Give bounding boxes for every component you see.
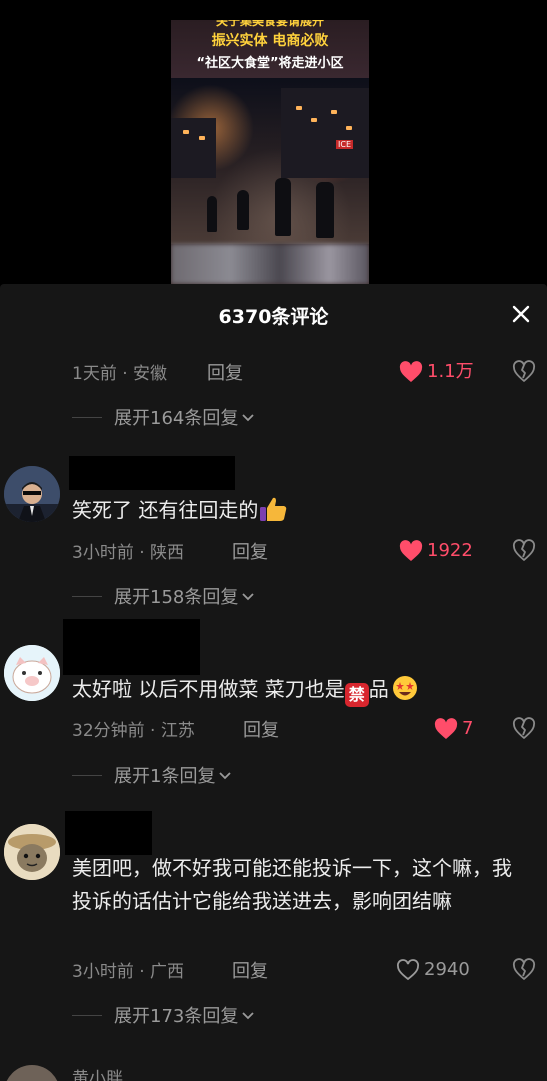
like-count: 1.1万 [427, 361, 474, 382]
reply-button[interactable]: 回复 [207, 359, 243, 385]
comment-time-location: 3小时前 · 陕西 [72, 543, 185, 563]
like-button[interactable]: 7 [434, 716, 473, 742]
comment-meta: 1天前 · 安徽 回复 1.1万 [0, 359, 547, 385]
expand-replies-label: 展开1条回复 [114, 766, 216, 787]
comment-text: 笑死了 还有往回走的 [72, 494, 527, 527]
expand-replies-label: 展开158条回复 [114, 587, 239, 608]
expand-divider [72, 1014, 102, 1016]
expand-divider [72, 774, 102, 776]
broken-heart-icon[interactable] [512, 717, 536, 741]
expand-replies-label: 展开164条回复 [114, 408, 239, 429]
chevron-down-icon [219, 772, 232, 780]
comment-count-title: 6370条评论 [218, 306, 329, 328]
like-count: 2940 [424, 959, 470, 980]
expand-divider [72, 416, 102, 418]
username-redaction [65, 811, 152, 855]
comment-time-location: 32分钟前 · 江苏 [72, 721, 195, 741]
avatar[interactable] [4, 466, 60, 522]
chevron-down-icon [242, 414, 254, 422]
reply-button[interactable]: 回复 [232, 957, 268, 983]
avatar-cartoon-pig-icon [4, 645, 60, 701]
heart-filled-icon [399, 540, 423, 561]
video-street-scene: ICE [171, 78, 369, 244]
avatar-cartoon-character-icon [4, 824, 60, 880]
chevron-down-icon [242, 593, 254, 601]
expand-divider [72, 595, 102, 597]
expand-replies-button[interactable]: 展开173条回复 [72, 1002, 256, 1028]
comment-panel-header: 6370条评论 [0, 284, 547, 344]
username-redaction [63, 619, 200, 675]
like-button[interactable]: 1.1万 [399, 359, 474, 385]
video-thumbnail[interactable]: 关于集美食宴请展开 振兴实体 电商必败 “社区大食堂”将走进小区 ICE [171, 20, 369, 284]
expand-replies-button[interactable]: 展开1条回复 [72, 762, 233, 788]
heart-filled-icon [399, 361, 423, 382]
chevron-down-icon [242, 1012, 254, 1020]
comment-body: 太好啦 以后不用做菜 菜刀也是 [72, 677, 345, 701]
broken-heart-icon[interactable] [512, 539, 536, 563]
like-button[interactable]: 2940 [396, 957, 470, 983]
reply-button[interactable]: 回复 [232, 538, 268, 564]
broken-heart-icon[interactable] [512, 360, 536, 384]
partial-username: 黄小胖 [72, 1069, 123, 1081]
comment-body: 笑死了 还有往回走的 [72, 498, 259, 522]
video-caption-band: 关于集美食宴请展开 振兴实体 电商必败 “社区大食堂”将走进小区 [171, 20, 369, 78]
comment-time-location: 1天前 · 安徽 [72, 364, 168, 384]
expand-replies-button[interactable]: 展开164条回复 [72, 404, 256, 430]
reply-button[interactable]: 回复 [243, 716, 279, 742]
comment-meta: 32分钟前 · 江苏 回复 7 [0, 716, 547, 742]
comment-text: 美团吧，做不好我可能还能投诉一下，这个嘛，我投诉的话估计它能给我送进去，影响团结… [72, 856, 512, 913]
like-count: 1922 [427, 540, 473, 561]
like-button[interactable]: 1922 [399, 538, 473, 564]
broken-heart-icon[interactable] [512, 958, 536, 982]
comment-time-location: 3小时前 · 广西 [72, 962, 185, 982]
close-icon[interactable] [509, 302, 533, 326]
username-redaction [69, 456, 235, 490]
comment-body: 品 [368, 677, 389, 701]
expand-replies-button[interactable]: 展开158条回复 [72, 583, 256, 609]
avatar[interactable] [4, 824, 60, 880]
comment-panel: 6370条评论 1天前 · 安徽 回复 1.1万 展开164条回复 笑死了 还有… [0, 284, 547, 1081]
comment-meta: 3小时前 · 广西 回复 2940 [0, 957, 547, 983]
heart-outline-icon [397, 959, 419, 981]
video-caption-line: “社区大食堂”将走进小区 [196, 56, 344, 71]
comment-text: 太好啦 以后不用做菜 菜刀也是禁品 [72, 673, 527, 707]
avatar-man-in-suit-icon [4, 466, 60, 522]
comment-meta: 3小时前 · 陕西 回复 1922 [0, 538, 547, 564]
like-count: 7 [462, 718, 474, 739]
video-player[interactable]: 关于集美食宴请展开 振兴实体 电商必败 “社区大食堂”将走进小区 ICE [0, 0, 547, 284]
star-struck-emoji-icon [392, 676, 417, 700]
avatar[interactable] [4, 1065, 60, 1081]
video-caption-line: 振兴实体 电商必败 [211, 33, 329, 49]
avatar[interactable] [4, 645, 60, 701]
forbidden-emoji-icon: 禁 [344, 683, 369, 707]
video-caption-line: 关于集美食宴请展开 [215, 20, 324, 28]
video-blurred-footer [171, 244, 369, 284]
expand-replies-label: 展开173条回复 [114, 1006, 239, 1027]
heart-filled-icon [434, 718, 458, 739]
thumbs-up-icon [260, 497, 287, 521]
